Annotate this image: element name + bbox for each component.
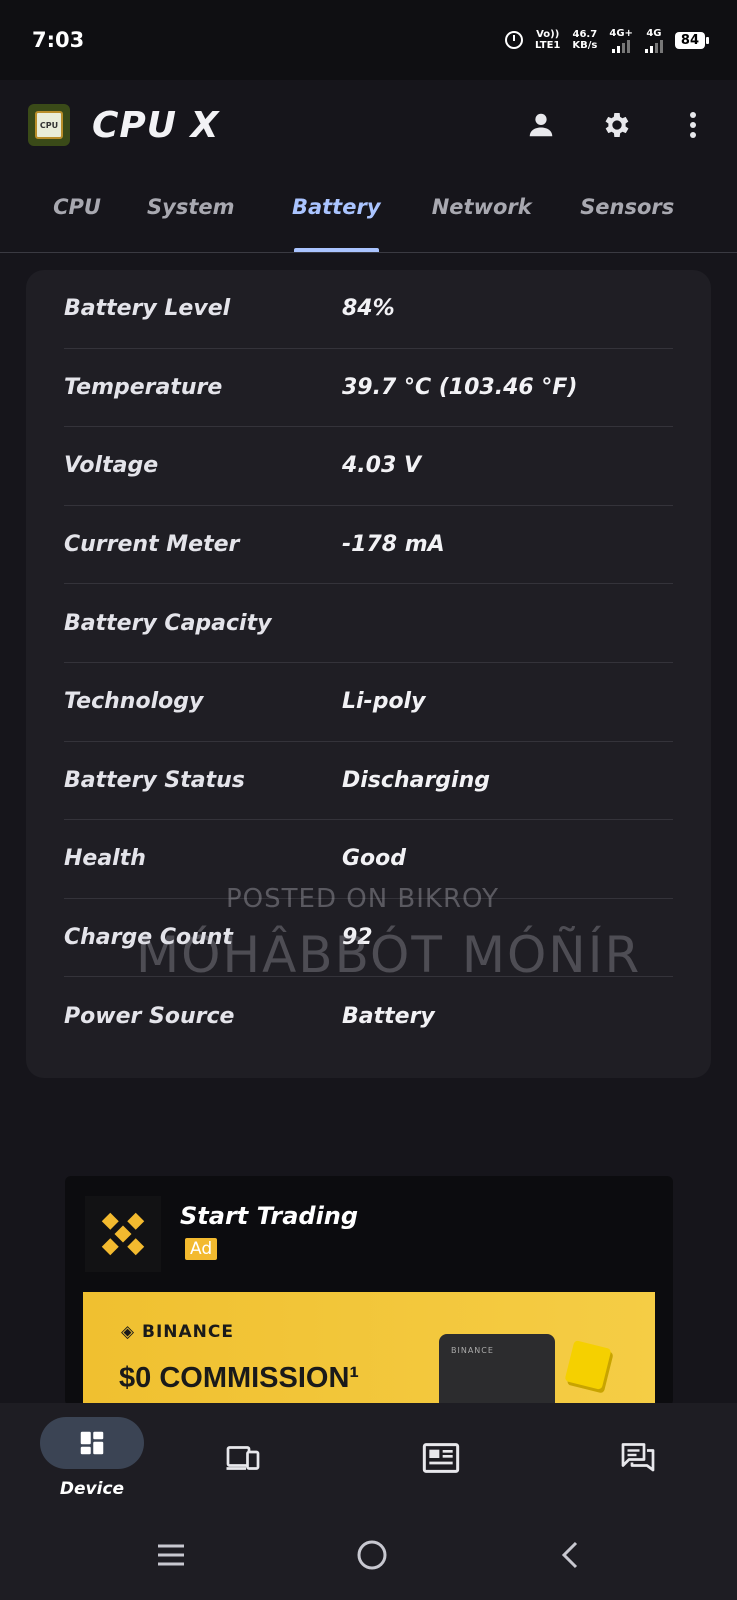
settings-button[interactable]: [601, 109, 633, 141]
back-chevron-icon: [562, 1541, 578, 1568]
cpu-chip-icon: CPU: [35, 111, 63, 139]
row-label: Temperature: [64, 374, 223, 400]
row-value: Discharging: [342, 767, 490, 793]
status-indicators: Vo)) LTE1 46.7 KB/s 4G+ 4G 84: [505, 27, 710, 53]
status-bar: 7:03 Vo)) LTE1 46.7 KB/s 4G+ 4G 84: [0, 0, 737, 80]
tab-bar: CPU System Battery Network Sensors: [0, 170, 737, 253]
account-button[interactable]: [525, 109, 557, 141]
dashboard-icon: [80, 1431, 104, 1455]
back-button[interactable]: [558, 1540, 582, 1574]
row-value: 84%: [342, 296, 395, 322]
lte-label: LTE1: [535, 40, 561, 51]
info-row: Current Meter -178 mA: [64, 506, 673, 585]
row-value: Li-poly: [342, 689, 426, 715]
nav-device[interactable]: Device: [40, 1403, 144, 1513]
app-bar: CPU CPU X: [0, 80, 737, 170]
ad-banner[interactable]: Start Trading Ad BINANCE $0 COMMISSION¹ …: [65, 1176, 673, 1406]
nav-news[interactable]: [342, 1403, 540, 1513]
network-type-1: 4G+: [609, 27, 633, 39]
row-label: Voltage: [64, 453, 159, 479]
signal-sim2: 4G: [644, 27, 663, 53]
row-label: Current Meter: [64, 532, 240, 558]
tab-cpu[interactable]: CPU: [36, 170, 118, 252]
ad-headline: $0 COMMISSION¹: [119, 1362, 360, 1394]
network-speed: 46.7 KB/s: [572, 29, 597, 51]
row-label: Power Source: [64, 1004, 235, 1030]
ad-badge: Ad: [185, 1238, 218, 1260]
info-row: Technology Li-poly: [64, 663, 673, 742]
nav-device-label: Device: [59, 1479, 125, 1499]
ad-brand: BINANCE: [121, 1322, 234, 1342]
overflow-menu-button[interactable]: [677, 109, 709, 141]
alarm-icon: [505, 31, 524, 49]
row-value: Good: [342, 846, 407, 872]
row-value: 39.7 °C (103.46 °F): [342, 374, 578, 400]
nav-device-pill: [40, 1417, 144, 1469]
info-row: Battery Level 84%: [64, 270, 673, 349]
network-type-2: 4G: [646, 27, 662, 39]
gear-icon: [605, 113, 629, 137]
devices-icon: [226, 1446, 260, 1470]
row-label: Battery Capacity: [64, 610, 272, 636]
status-time: 7:03: [32, 28, 85, 52]
row-value: 4.03 V: [342, 453, 421, 479]
volte-label: Vo)): [536, 29, 560, 40]
info-row: Power Source Battery: [64, 977, 673, 1056]
app-logo: CPU: [28, 104, 70, 146]
watermark-line-1: POSTED ON BIKROY: [226, 884, 499, 914]
person-icon: [529, 113, 553, 137]
recents-button[interactable]: [155, 1542, 187, 1572]
signal-bars-icon: [644, 39, 663, 53]
system-navigation-bar: [0, 1513, 737, 1600]
row-value: -178 mA: [342, 532, 445, 558]
bottom-navigation: Device: [0, 1403, 737, 1513]
row-label: Technology: [64, 689, 204, 715]
nav-devices[interactable]: [144, 1403, 342, 1513]
row-label: Health: [64, 846, 146, 872]
home-circle-icon: [357, 1540, 387, 1569]
battery-icon: 84: [674, 31, 710, 49]
home-button[interactable]: [356, 1539, 388, 1575]
forum-icon: [621, 1443, 655, 1472]
info-row: Temperature 39.7 °C (103.46 °F): [64, 349, 673, 428]
info-row: Battery Capacity: [64, 584, 673, 663]
tab-battery[interactable]: Battery: [264, 170, 410, 252]
signal-sim1: 4G+: [609, 28, 633, 53]
app-title: CPU X: [92, 104, 220, 146]
tab-network[interactable]: Network: [409, 170, 555, 252]
newspaper-icon: [422, 1443, 459, 1473]
tab-system[interactable]: System: [118, 170, 264, 252]
ad-creative[interactable]: BINANCE $0 COMMISSION¹ BINANCE: [83, 1292, 655, 1406]
watermark-line-2: MÓHÂBBÓT MÓÑÍR: [136, 926, 642, 984]
ad-card-brand: BINANCE: [451, 1346, 494, 1355]
speed-value: 46.7: [572, 29, 598, 40]
app-actions: [525, 109, 709, 141]
tab-sensors[interactable]: Sensors: [555, 170, 701, 252]
ad-card-image: BINANCE: [439, 1334, 555, 1406]
volte-indicator: Vo)) LTE1: [535, 29, 560, 51]
info-row: Battery Status Discharging: [64, 742, 673, 821]
row-label: Battery Status: [64, 767, 245, 793]
nav-forum[interactable]: [539, 1403, 737, 1513]
ad-cube-image: [564, 1340, 612, 1390]
binance-logo-icon: [85, 1196, 161, 1272]
menu-icon: [157, 1544, 184, 1565]
signal-bars-icon: [612, 39, 631, 53]
row-value: Battery: [342, 1004, 435, 1030]
speed-unit: KB/s: [572, 40, 598, 51]
row-label: Battery Level: [64, 296, 231, 322]
info-row: Voltage 4.03 V: [64, 427, 673, 506]
more-vertical-icon: [690, 112, 696, 138]
ad-title[interactable]: Start Trading: [180, 1202, 358, 1230]
